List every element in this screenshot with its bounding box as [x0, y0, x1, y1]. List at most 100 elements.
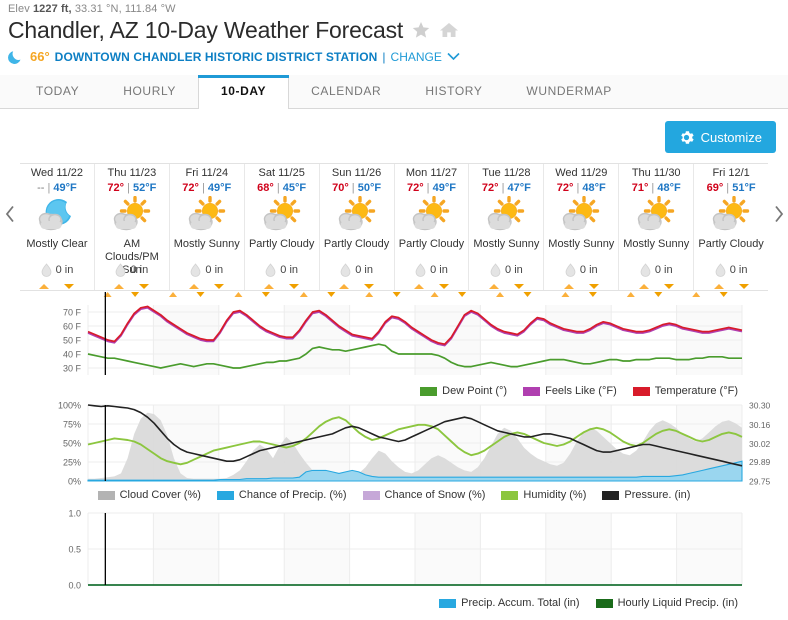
conditions-chart: 0% 25% 50% 75% 100% 29.75 29.89 30.02 30.16 30.30… [0, 399, 788, 503]
legend-item[interactable]: Humidity (%) [501, 489, 586, 501]
water-drop-icon [415, 263, 426, 277]
customize-bar: Customize [0, 109, 788, 153]
forecast-high: 72° [182, 182, 199, 194]
sunrise-marker-icon [189, 284, 200, 289]
legend-item[interactable]: Chance of Snow (%) [362, 489, 485, 501]
chevron-right-icon[interactable] [770, 203, 786, 225]
svg-text:1.0: 1.0 [68, 509, 81, 519]
forecast-precip-amount: 0 in [355, 264, 373, 276]
precipitation-chart-svg: 0.0 0.5 1.0 [68, 509, 743, 591]
sunset-marker-icon [214, 284, 225, 289]
forecast-low: 47°F [507, 182, 531, 194]
forecast-day-condition: Mostly Clear [26, 238, 88, 250]
forecast-day-10[interactable]: Fri 12/1 69° | 51°F Partly Cloudy 0 in [694, 164, 768, 290]
moon-cloud-icon [34, 195, 80, 237]
svg-text:29.89: 29.89 [749, 457, 771, 467]
svg-text:0.5: 0.5 [68, 545, 81, 555]
tab-wundermap[interactable]: WUNDERMAP [504, 75, 633, 108]
legend-item[interactable]: Cloud Cover (%) [97, 489, 201, 501]
customize-button[interactable]: Customize [664, 121, 776, 153]
legend-label: Chance of Precip. (%) [238, 489, 347, 501]
legend-item[interactable]: Pressure. (in) [602, 489, 690, 501]
sunrise-marker-icon [339, 284, 350, 289]
water-drop-icon [715, 263, 726, 277]
forecast-day-precip: 0 in [340, 263, 373, 277]
temperature-chart: 30 F 40 F 50 F 60 F 70 F Dew Point (°) Feels … [0, 291, 788, 399]
forecast-low: 49°F [207, 182, 232, 194]
forecast-day-6[interactable]: Mon 11/27 72° | 49°F Partly Cloudy 0 in [395, 164, 470, 290]
main-tabs: TODAY HOURLY 10-DAY CALENDAR HISTORY WUN… [0, 75, 788, 109]
tab-hourly[interactable]: HOURLY [101, 75, 198, 108]
home-icon[interactable] [439, 20, 459, 40]
tab-today[interactable]: TODAY [14, 75, 101, 108]
forecast-day-temps: 72° | 47°F [481, 182, 531, 194]
sun-cloud-icon [334, 195, 380, 237]
forecast-low: 50°F [357, 182, 382, 194]
elevation-value: 1227 ft, [32, 3, 72, 15]
forecast-day-3[interactable]: Fri 11/24 72° | 49°F Mostly Sunny 0 in [170, 164, 245, 290]
legend-item[interactable]: Feels Like (°F) [523, 385, 617, 397]
legend-item[interactable]: Dew Point (°) [420, 385, 507, 397]
forecast-day-date: Thu 11/23 [107, 167, 157, 179]
station-name[interactable]: DOWNTOWN CHANDLER HISTORIC DISTRICT STAT… [55, 50, 378, 64]
legend-label: Cloud Cover (%) [119, 489, 201, 501]
legend-label: Temperature (°F) [654, 385, 738, 397]
forecast-day-4[interactable]: Sat 11/25 68° | 45°F Partly Cloudy 0 in [245, 164, 320, 290]
forecast-day-9[interactable]: Thu 11/30 71° | 48°F Mostly Sunny 0 in [619, 164, 695, 290]
change-station-link[interactable]: CHANGE [391, 50, 442, 64]
forecast-day-condition: Mostly Sunny [623, 238, 690, 250]
chevron-left-icon[interactable] [2, 203, 18, 225]
sunset-marker-icon [738, 284, 749, 289]
customize-label: Customize [700, 129, 762, 145]
chevron-down-icon[interactable] [447, 52, 460, 61]
svg-text:70 F: 70 F [63, 308, 82, 318]
legend-swatch [501, 490, 519, 500]
forecast-high: 72° [556, 182, 574, 194]
svg-text:0%: 0% [68, 477, 81, 487]
forecast-day-date: Fri 12/1 [712, 167, 750, 179]
forecast-precip-amount: 0 in [205, 264, 224, 276]
title-row: Chandler, AZ 10-Day Weather Forecast [0, 15, 788, 44]
forecast-low: 48°F [582, 182, 606, 194]
forecast-day-date: Sun 11/26 [331, 167, 382, 179]
sunset-marker-icon [438, 284, 449, 289]
forecast-day-5[interactable]: Sun 11/26 70° | 50°F Partly Cloudy 0 in [320, 164, 395, 290]
tab-history[interactable]: HISTORY [403, 75, 504, 108]
forecast-day-precip: 0 in [190, 263, 223, 277]
forecast-day-7[interactable]: Tue 11/28 72° | 47°F Mostly Sunny 0 in [469, 164, 545, 290]
forecast-days: Wed 11/22 -- | 49°F Mostly Clear 0 in Thu … [20, 163, 768, 291]
legend-item[interactable]: Chance of Precip. (%) [216, 489, 347, 501]
legend-item[interactable]: Precip. Accum. Total (in) [439, 597, 580, 609]
forecast-day-8[interactable]: Wed 11/29 72° | 48°F Mostly Sunny 0 in [544, 164, 620, 290]
svg-text:50 F: 50 F [63, 336, 82, 346]
temperature-chart-svg: 30 F 40 F 50 F 60 F 70 F [63, 292, 743, 375]
forecast-day-precip: 0 in [715, 263, 747, 277]
sun-markers [320, 284, 394, 290]
sunset-marker-icon [588, 284, 599, 289]
forecast-carousel: Wed 11/22 -- | 49°F Mostly Clear 0 in Thu … [0, 163, 788, 291]
forecast-day-1[interactable]: Wed 11/22 -- | 49°F Mostly Clear 0 in [20, 164, 95, 290]
forecast-high: 70° [332, 182, 349, 194]
forecast-day-precip: 0 in [115, 263, 148, 277]
sunrise-marker-icon [414, 284, 424, 289]
forecast-day-2[interactable]: Thu 11/23 72° | 52°F AM Clouds/PM Sun 0 i… [95, 164, 170, 290]
svg-text:25%: 25% [63, 458, 81, 468]
legend-label: Humidity (%) [523, 489, 587, 501]
forecast-high: 72° [406, 182, 424, 194]
star-icon[interactable] [411, 20, 431, 40]
water-drop-icon [565, 263, 576, 277]
tab-10-day[interactable]: 10-DAY [197, 75, 290, 109]
svg-text:30 F: 30 F [63, 364, 82, 374]
legend-swatch [216, 490, 234, 500]
forecast-day-precip: 0 in [640, 263, 673, 277]
forecast-high: 71° [631, 182, 649, 194]
legend-item[interactable]: Hourly Liquid Precip. (in) [595, 597, 738, 609]
forecast-day-condition: Mostly Sunny [548, 238, 615, 250]
legend-item[interactable]: Temperature (°F) [632, 385, 738, 397]
forecast-low: 45°F [282, 182, 307, 194]
svg-text:30.30: 30.30 [749, 401, 771, 411]
forecast-precip-amount: 0 in [430, 264, 448, 276]
sun-markers [395, 284, 469, 290]
tab-calendar[interactable]: CALENDAR [289, 75, 403, 108]
forecast-high: 69° [706, 182, 724, 194]
